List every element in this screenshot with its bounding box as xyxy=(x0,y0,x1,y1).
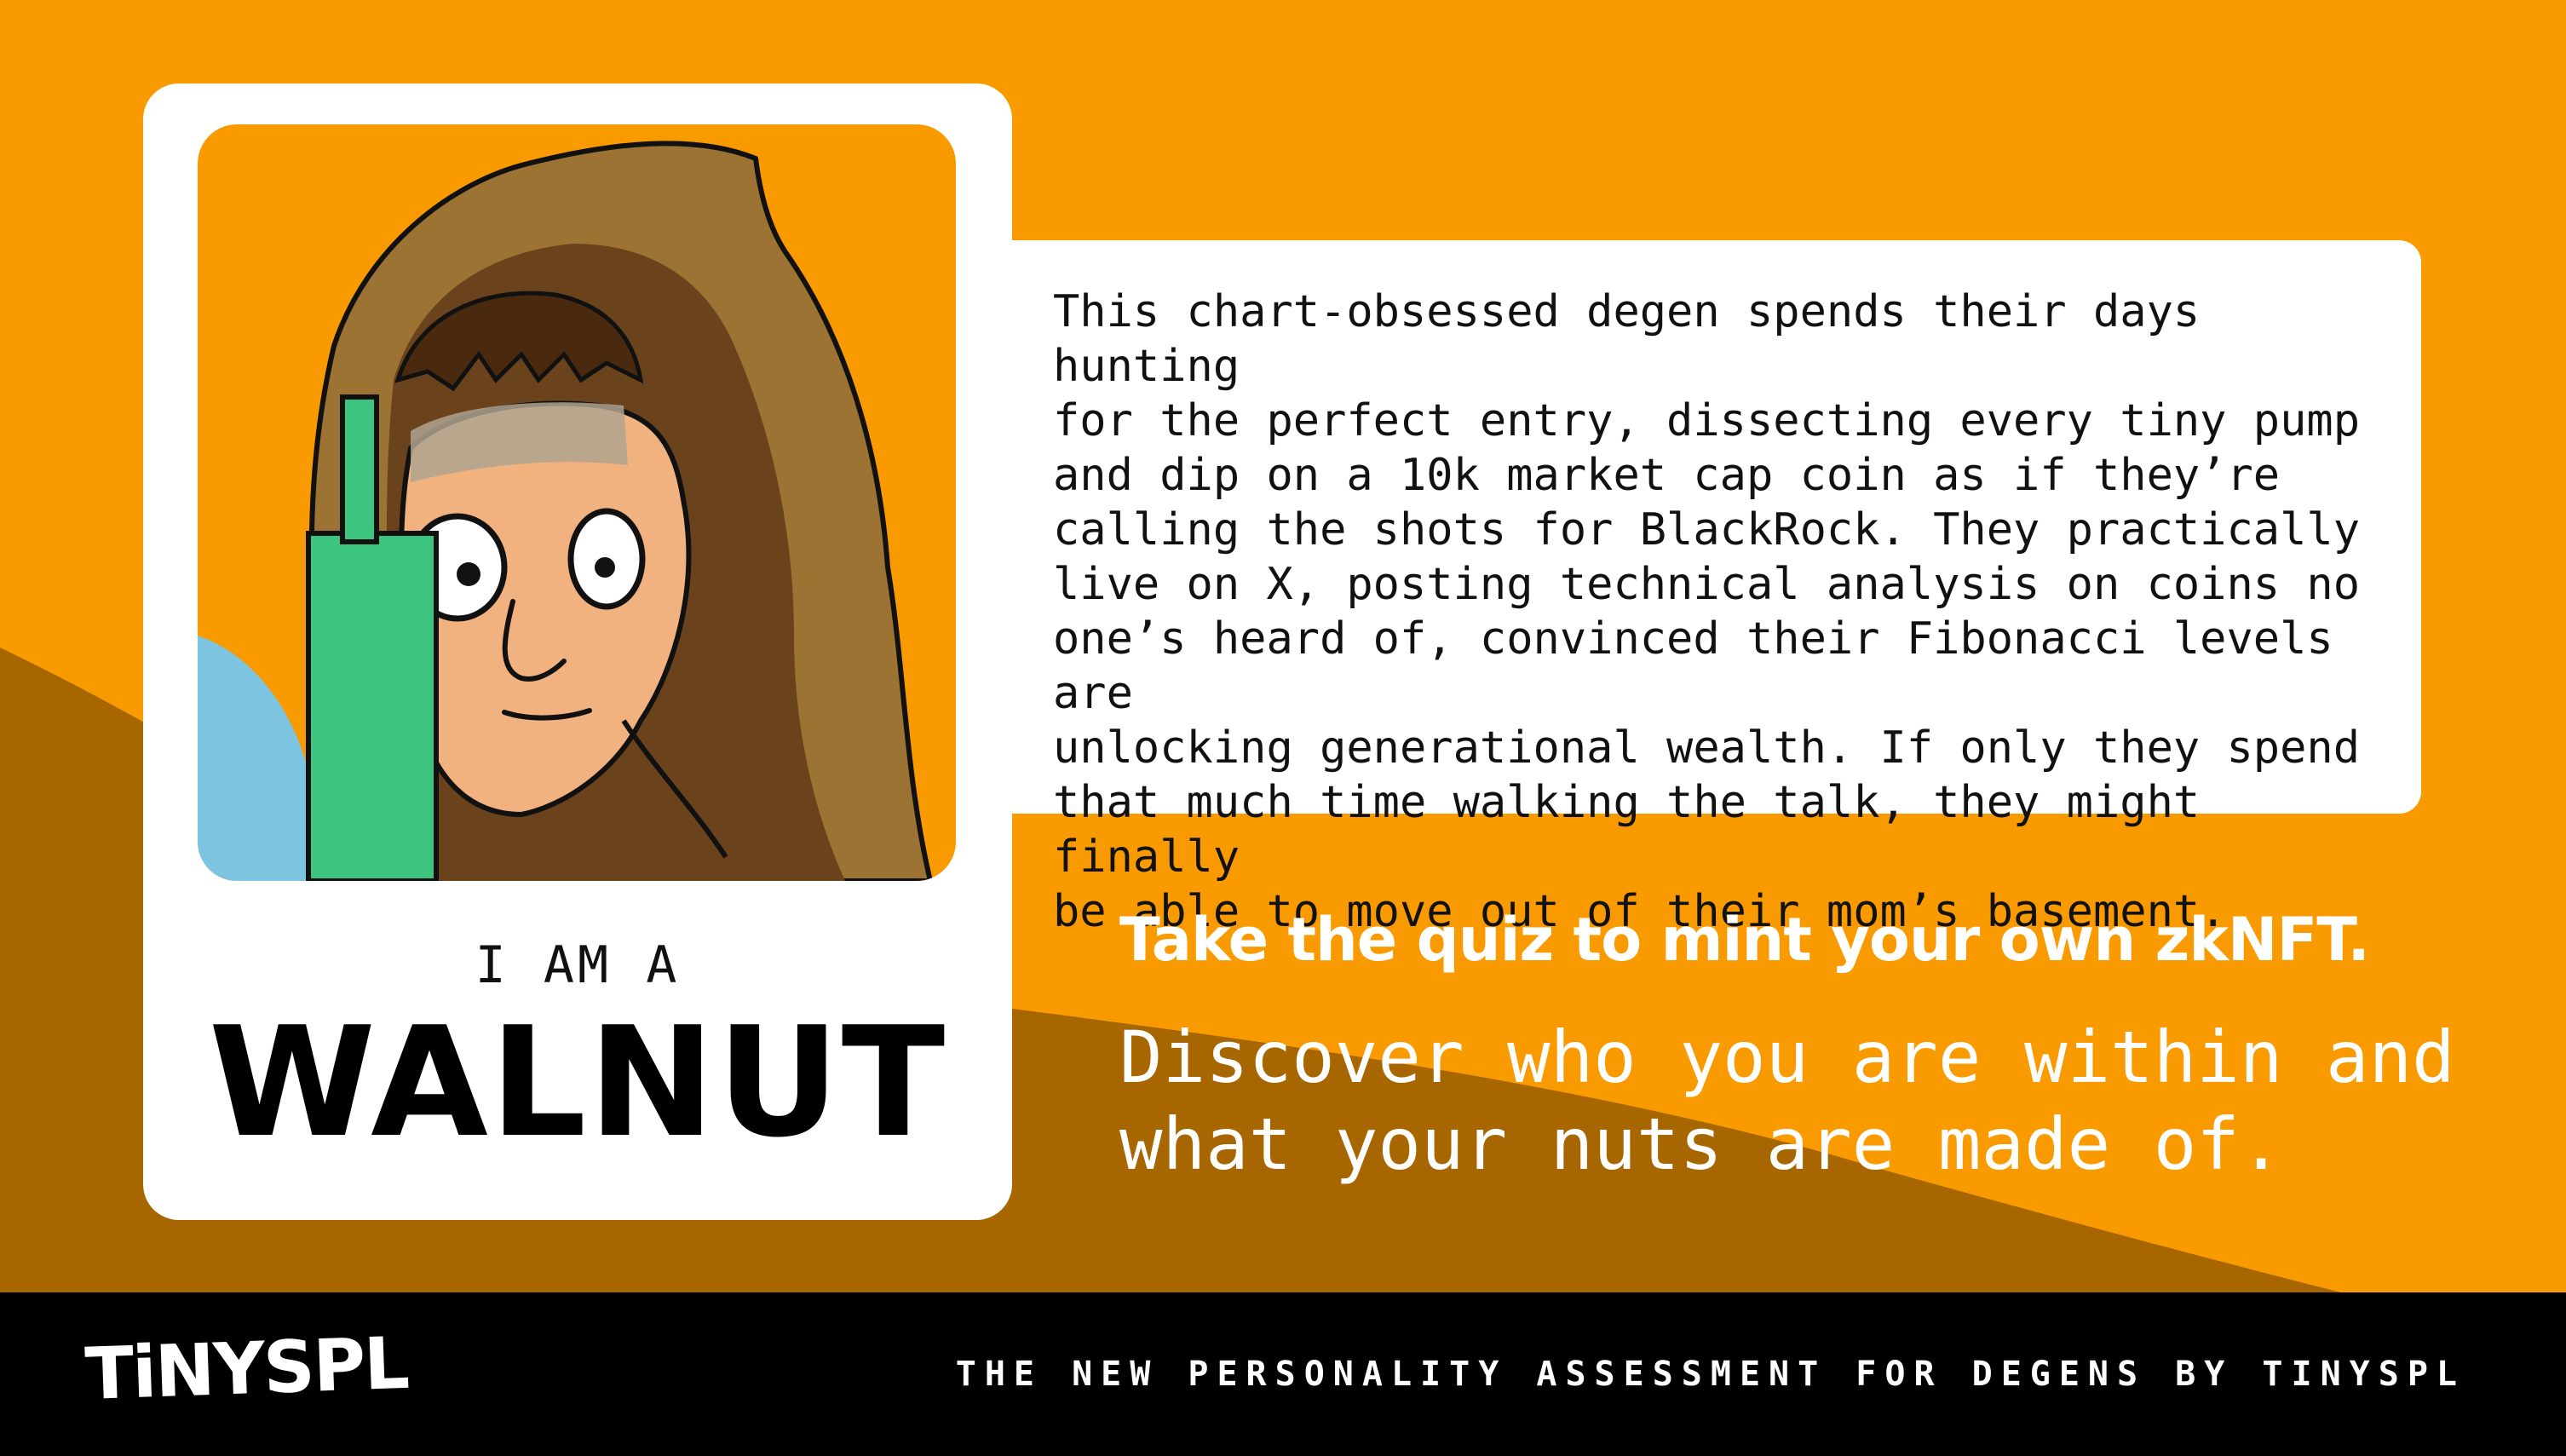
card-label: I AM A xyxy=(475,935,681,995)
tinyspl-logo: TiNYSPL xyxy=(83,1321,410,1416)
footer-tagline: THE NEW PERSONALITY ASSESSMENT FOR DEGEN… xyxy=(955,1355,2465,1394)
description-box: This chart-obsessed degen spends their d… xyxy=(1010,240,2421,937)
hooded-degen-character-icon xyxy=(198,141,933,881)
cta-heading: Take the quiz to mint your own zkNFT. xyxy=(1119,905,2370,975)
personality-type-name: WALNUT xyxy=(208,994,947,1171)
personality-description: This chart-obsessed degen spends their d… xyxy=(1053,286,2361,937)
personality-card: I AM A WALNUT xyxy=(143,83,1012,1220)
portrait-image xyxy=(198,124,956,881)
cta-subheading: Discover who you are within and what you… xyxy=(1119,1016,2455,1186)
footer-bar: TiNYSPL THE NEW PERSONALITY ASSESSMENT F… xyxy=(0,1292,2566,1456)
